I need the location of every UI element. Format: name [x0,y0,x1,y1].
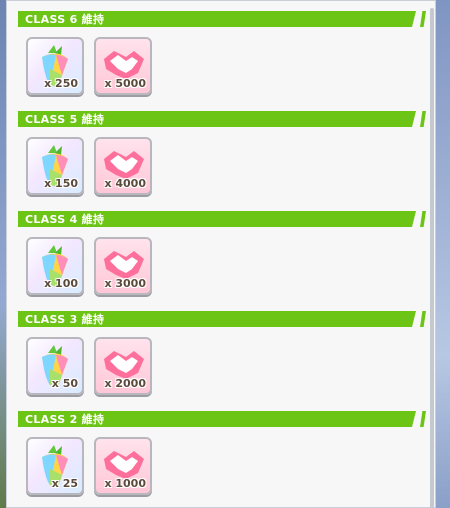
section-header: CLASS 2 維持 [18,411,426,427]
item-quantity: x 100 [44,277,78,290]
item-quantity: x 3000 [104,277,146,290]
rewards-panel: CLASS 6 維持 x 250 x 5000 CLASS 5 維持 x 150… [6,0,436,508]
section-header: CLASS 4 維持 [18,211,426,227]
item-quantity: x 50 [51,377,78,390]
reward-item-friend-points[interactable]: x 4000 [94,137,152,195]
background-right-strip [436,0,450,508]
item-quantity: x 25 [51,477,78,490]
item-quantity: x 150 [44,177,78,190]
section-header: CLASS 6 維持 [18,11,426,27]
section-header: CLASS 5 維持 [18,111,426,127]
section-title: CLASS 3 維持 [25,313,105,326]
item-quantity: x 1000 [104,477,146,490]
reward-section-class-3: CLASS 3 維持 x 50 x 2000 [18,311,426,395]
scrollbar[interactable] [430,8,434,508]
reward-section-class-2: CLASS 2 維持 x 25 x 1000 [18,411,426,495]
reward-item-rainbow-carrot[interactable]: x 150 [26,137,84,195]
section-title: CLASS 6 維持 [25,13,105,26]
reward-item-rainbow-carrot[interactable]: x 50 [26,337,84,395]
item-quantity: x 250 [44,77,78,90]
item-quantity: x 2000 [104,377,146,390]
reward-item-rainbow-carrot[interactable]: x 250 [26,37,84,95]
reward-item-friend-points[interactable]: x 1000 [94,437,152,495]
reward-section-class-4: CLASS 4 維持 x 100 x 3000 [18,211,426,295]
reward-item-friend-points[interactable]: x 2000 [94,337,152,395]
item-quantity: x 5000 [104,77,146,90]
section-title: CLASS 5 維持 [25,113,105,126]
reward-item-rainbow-carrot[interactable]: x 25 [26,437,84,495]
section-title: CLASS 4 維持 [25,213,105,226]
reward-section-class-5: CLASS 5 維持 x 150 x 4000 [18,111,426,195]
item-quantity: x 4000 [104,177,146,190]
section-header: CLASS 3 維持 [18,311,426,327]
reward-item-friend-points[interactable]: x 3000 [94,237,152,295]
reward-section-class-6: CLASS 6 維持 x 250 x 5000 [18,11,426,95]
reward-item-friend-points[interactable]: x 5000 [94,37,152,95]
reward-item-rainbow-carrot[interactable]: x 100 [26,237,84,295]
section-title: CLASS 2 維持 [25,413,105,426]
